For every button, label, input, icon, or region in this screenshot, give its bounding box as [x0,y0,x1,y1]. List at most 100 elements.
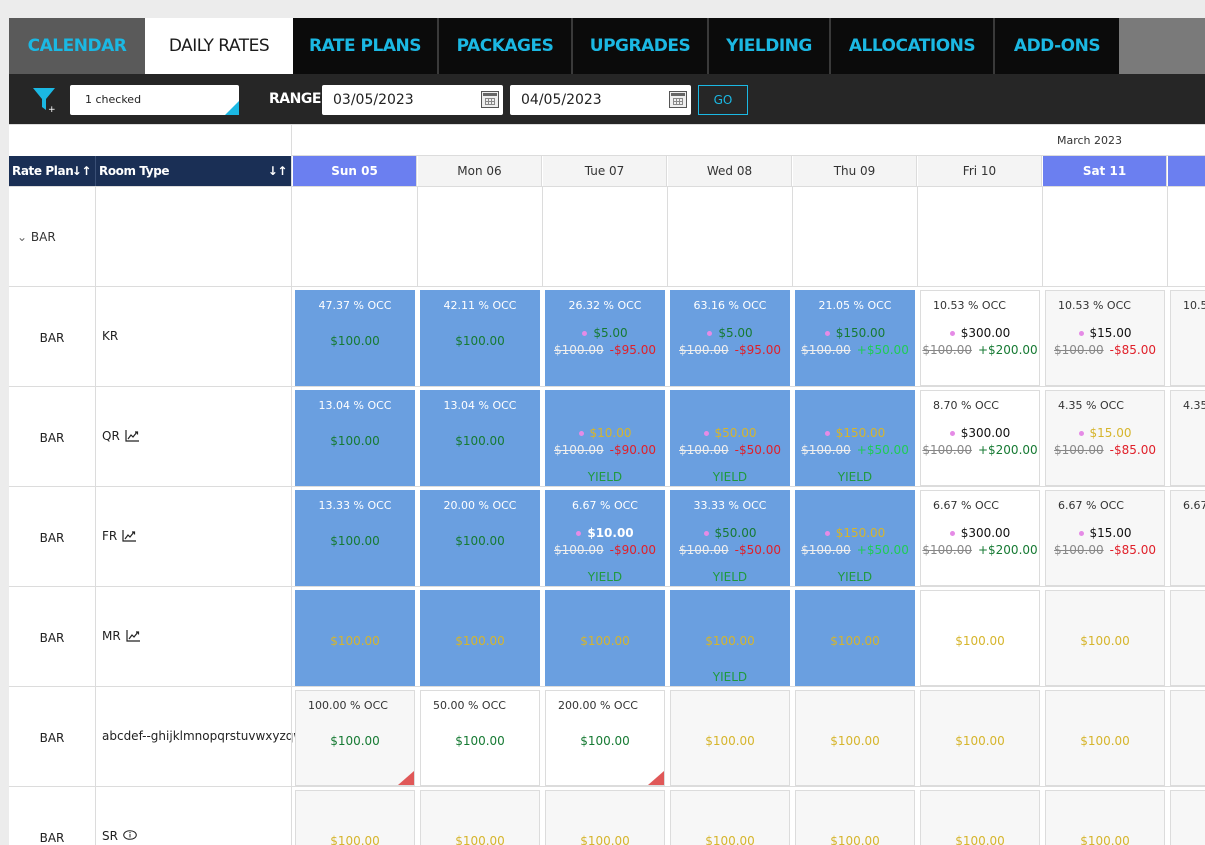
day-header[interactable]: Sun 05 [293,156,417,186]
day-header[interactable]: Fri 10 [918,156,1042,186]
rate-cell[interactable]: 13.04 % OCC $100.00 [420,390,540,486]
rate-cell[interactable]: 50.00 % OCC $100.00 [420,690,540,786]
trend-chart-icon[interactable] [122,529,137,545]
rate-cell[interactable]: $100.00 [795,590,915,686]
override-dot-icon [578,431,584,436]
override-dot-icon [949,431,955,436]
info-icon[interactable] [123,829,137,843]
filter-select[interactable]: 1 checked [70,85,239,115]
rate-cell[interactable]: 8.70 % OCC $300.00 $100.00 +$200.00 [920,390,1040,486]
rate-cell-partial[interactable] [1170,690,1205,786]
day-header[interactable]: Sat 11 [1043,156,1167,186]
grid-line [291,155,1205,156]
rate-cell[interactable]: $150.00 $100.00 +$50.00 YIELD [795,490,915,586]
tab-rate-plans[interactable]: RATE PLANS [293,18,437,74]
rate-cell[interactable]: $100.00 [920,790,1040,845]
rate-cell[interactable]: $100.00 [295,590,415,686]
rate-cell[interactable]: $150.00 $100.00 +$50.00 YIELD [795,390,915,486]
new-price: $15.00 [1089,426,1132,440]
rate-cell[interactable]: 13.33 % OCC $100.00 [295,490,415,586]
rate-cell[interactable]: $100.00 [545,590,665,686]
rate-cell[interactable]: $100.00 [920,690,1040,786]
rate-cell[interactable]: 26.32 % OCC $5.00 $100.00 -$95.00 [545,290,665,386]
group-row-bar[interactable]: ⌄ BAR [17,230,56,244]
rate-cell-partial[interactable]: 6.67 [1170,490,1205,586]
filter-icon[interactable]: + [31,85,57,113]
rate-cell[interactable]: $50.00 $100.00 -$50.00 YIELD [670,390,790,486]
override-dot-icon [949,331,955,336]
sort-icon[interactable]: ↓↑ [72,156,92,186]
rate-cell[interactable]: $100.00 [670,690,790,786]
rate-cell-partial[interactable] [1170,590,1205,686]
grid-line [9,686,1205,687]
price-value: $100.00 [330,334,380,348]
yield-label: YIELD [837,570,873,584]
price-diff: -$95.00 [734,343,781,357]
rate-cell[interactable]: 21.05 % OCC $150.00 $100.00 +$50.00 [795,290,915,386]
rate-cell[interactable]: $100.00 [795,690,915,786]
day-header[interactable]: Thu 09 [793,156,917,186]
trend-chart-icon[interactable] [126,629,141,645]
rate-cell[interactable]: 6.67 % OCC $300.00 $100.00 +$200.00 [920,490,1040,586]
day-header[interactable]: Tue 07 [543,156,667,186]
trend-chart-icon[interactable] [125,429,140,445]
filter-toolbar: + 1 checked RANGE 03/05/2023 04/05/2023 … [9,74,1205,124]
calendar-icon[interactable] [669,91,687,108]
rate-cell[interactable]: 33.33 % OCC $50.00 $100.00 -$50.00 YIELD [670,490,790,586]
rate-plan-cell: BAR [39,531,65,545]
occupancy-label: 4.35 % OCC [1058,399,1124,412]
tab-calendar[interactable]: CALENDAR [9,18,145,74]
sort-icon[interactable]: ↓↑ [268,156,288,186]
date-from-input[interactable]: 03/05/2023 [322,85,503,115]
rate-cell-partial[interactable]: 4.35 [1170,390,1205,486]
calendar-icon[interactable] [481,91,499,108]
rate-cell[interactable]: $100.00 [545,790,665,845]
rate-cell[interactable]: 42.11 % OCC $100.00 [420,290,540,386]
go-button[interactable]: GO [698,85,748,115]
tab-add-ons[interactable]: ADD-ONS [995,18,1119,74]
rate-cell[interactable]: $100.00 [670,790,790,845]
occupancy-label: 6.67 % OCC [572,499,638,512]
override-dot-icon [703,531,709,536]
tab-packages[interactable]: PACKAGES [439,18,571,74]
day-header[interactable]: Mon 06 [418,156,542,186]
svg-text:+: + [48,105,56,113]
rate-cell[interactable]: $100.00 [920,590,1040,686]
rate-cell[interactable]: 6.67 % OCC $10.00 $100.00 -$90.00 YIELD [545,490,665,586]
rate-cell[interactable]: $10.00 $100.00 -$90.00 YIELD [545,390,665,486]
rate-plan-header[interactable]: Rate Plan ↓↑ [9,156,95,186]
day-header-partial[interactable] [1168,156,1205,186]
date-to-input[interactable]: 04/05/2023 [510,85,691,115]
grid-line [9,486,1205,487]
rate-cell[interactable]: 10.53 % OCC $300.00 $100.00 +$200.00 [920,290,1040,386]
tab-daily-rates[interactable]: DAILY RATES [145,18,293,74]
tab-upgrades[interactable]: UPGRADES [573,18,707,74]
rate-cell[interactable]: $100.00 [295,790,415,845]
day-header[interactable]: Wed 08 [668,156,792,186]
tab-allocations[interactable]: ALLOCATIONS [831,18,993,74]
rate-cell[interactable]: $100.00 [420,790,540,845]
price-diff: -$85.00 [1109,443,1156,457]
rate-cell[interactable]: 6.67 % OCC $15.00 $100.00 -$85.00 [1045,490,1165,586]
rate-cell[interactable]: $100.00 [420,590,540,686]
rate-cell[interactable]: $100.00 [795,790,915,845]
rate-cell[interactable]: 47.37 % OCC $100.00 [295,290,415,386]
rate-cell-partial[interactable]: 10.5 [1170,290,1205,386]
grid-line [9,586,1205,587]
room-type-header[interactable]: Room Type ↓↑ [95,156,291,186]
chevron-down-icon[interactable]: ⌄ [17,230,27,244]
rate-cell[interactable]: $100.00 YIELD [670,590,790,686]
rate-cell[interactable]: 63.16 % OCC $5.00 $100.00 -$95.00 [670,290,790,386]
rate-cell-partial[interactable] [1170,790,1205,845]
rate-cell[interactable]: $100.00 [1045,690,1165,786]
rate-cell[interactable]: 13.04 % OCC $100.00 [295,390,415,486]
rate-cell[interactable]: $100.00 [1045,590,1165,686]
tab-yielding[interactable]: YIELDING [709,18,829,74]
rate-cell[interactable]: 100.00 % OCC $100.00 [295,690,415,786]
rate-cell[interactable]: 20.00 % OCC $100.00 [420,490,540,586]
rate-cell[interactable]: $100.00 [1045,790,1165,845]
rate-cell[interactable]: 200.00 % OCC $100.00 [545,690,665,786]
rate-cell[interactable]: 10.53 % OCC $15.00 $100.00 -$85.00 [1045,290,1165,386]
rate-cell[interactable]: 4.35 % OCC $15.00 $100.00 -$85.00 [1045,390,1165,486]
price-change-line: $100.00 +$200.00 [921,443,1039,457]
